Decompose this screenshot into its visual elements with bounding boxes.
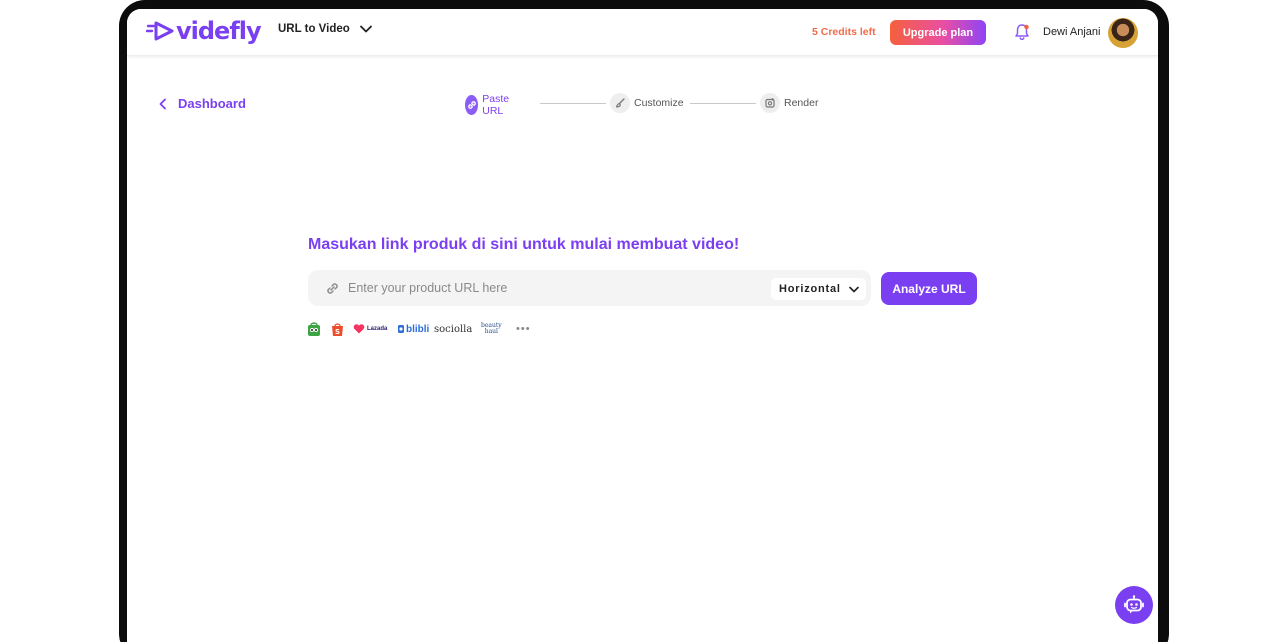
step-render: Render [760, 93, 818, 113]
blibli-logo-text: blibli [406, 323, 430, 335]
render-icon [760, 93, 780, 113]
url-input-box: Horizontal [308, 270, 871, 306]
page-headline: Masukan link produk di sini untuk mulai … [308, 236, 740, 253]
svg-text:S: S [335, 328, 340, 336]
back-to-dashboard-link[interactable]: Dashboard [158, 96, 246, 111]
chevron-down-icon [359, 25, 372, 33]
top-header: videfly URL to Video 5 Credits left Upgr… [127, 9, 1158, 56]
logo-play-icon [146, 21, 174, 41]
bot-icon[interactable] [1115, 586, 1153, 624]
app-screen: videfly URL to Video 5 Credits left Upgr… [127, 9, 1158, 642]
videfly-logo[interactable]: videfly [146, 17, 262, 45]
step-paste-url: Paste URL [465, 93, 516, 117]
lazada-logo-text: Lazada [367, 326, 388, 332]
upgrade-plan-button[interactable]: Upgrade plan [890, 20, 986, 45]
bell-icon[interactable] [1013, 23, 1031, 41]
step-label: Customize [634, 97, 684, 109]
step-customize: Customize [610, 93, 684, 113]
sociolla-logo-text: sociolla [434, 323, 473, 335]
mode-select-dropdown[interactable]: URL to Video [278, 23, 372, 35]
avatar[interactable] [1108, 18, 1138, 48]
link-icon [327, 283, 338, 294]
link-icon [465, 95, 479, 115]
mode-select-label: URL to Video [278, 23, 350, 35]
shopee-logo: S [331, 320, 344, 338]
chevron-left-icon [159, 98, 166, 109]
user-name: Dewi Anjani [1043, 26, 1101, 38]
step-connector [690, 103, 756, 104]
more-icon-label: ••• [516, 323, 531, 335]
step-connector [540, 103, 606, 104]
logo-text: videfly [176, 17, 262, 45]
chevron-down-icon [848, 286, 859, 292]
product-url-input[interactable] [348, 278, 748, 298]
orientation-label: Horizontal [779, 283, 841, 295]
step-label: Paste URL [482, 93, 510, 117]
step-label: Render [784, 97, 819, 109]
analyze-url-button[interactable]: Analyze URL [881, 272, 977, 305]
beautyhaul-logo: beauty haul [481, 320, 502, 338]
orientation-dropdown[interactable]: Horizontal [771, 278, 866, 300]
beautyhaul-logo-text: haul [484, 328, 498, 335]
credits-left: 5 Credits left [812, 26, 876, 38]
lazada-logo: Lazada [353, 320, 387, 338]
more-icon[interactable]: ••• [516, 320, 531, 338]
sociolla-logo: sociolla [434, 320, 472, 338]
brush-icon [610, 93, 630, 113]
back-label: Dashboard [178, 96, 246, 111]
blibli-logo: blibli [397, 320, 429, 338]
tokopedia-logo [307, 320, 321, 338]
